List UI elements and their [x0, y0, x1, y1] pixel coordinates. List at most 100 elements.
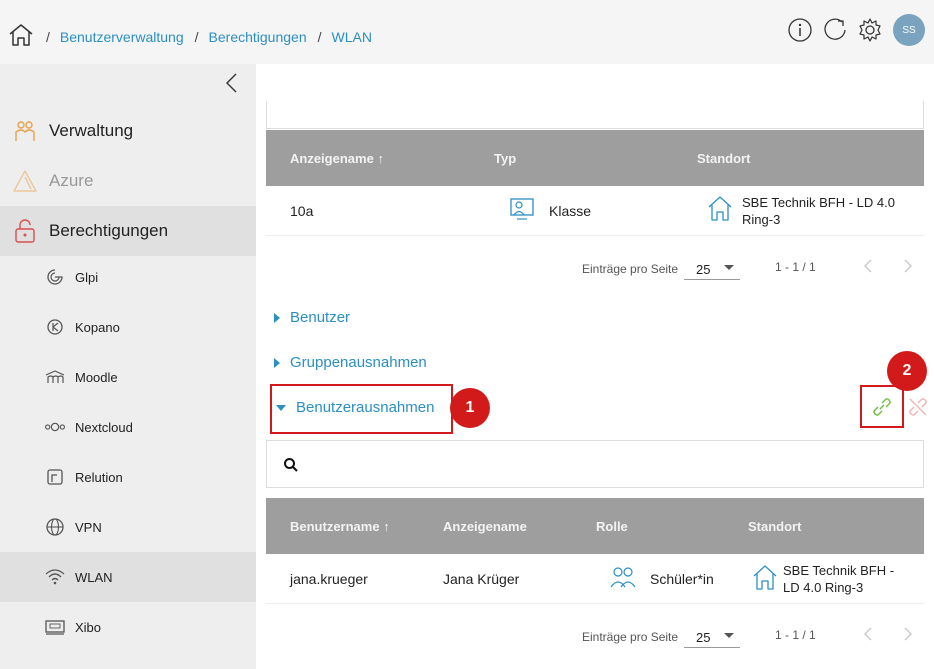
col-header-label: Anzeigename	[290, 151, 374, 166]
globe-icon	[44, 516, 66, 538]
breadcrumb: / Benutzerverwaltung / Berechtigungen / …	[46, 29, 383, 45]
xibo-icon	[44, 616, 66, 638]
chevron-left-icon[interactable]	[862, 258, 874, 274]
cell-location: SBE Technik BFH - LD 4.0 Ring-3	[783, 562, 894, 596]
breadcrumb-separator: /	[46, 29, 50, 45]
unlink-icon[interactable]	[905, 394, 931, 420]
sidebar-item-azure[interactable]: Azure	[0, 156, 256, 206]
chevron-right-icon[interactable]	[902, 626, 914, 642]
sidebar-item-label: Berechtigungen	[49, 221, 169, 240]
nextcloud-icon	[44, 416, 66, 438]
col-header-typ[interactable]: Typ	[494, 151, 516, 166]
section-gruppenausnahmen[interactable]: Gruppenausnahmen	[274, 354, 427, 371]
gear-icon[interactable]	[857, 17, 883, 43]
sidebar-item-label: Kopano	[75, 319, 120, 335]
page-size-label: Einträge pro Seite	[582, 630, 679, 644]
sidebar-item-label: Nextcloud	[75, 419, 133, 435]
cell-display-name: Jana Krüger	[443, 571, 520, 587]
sidebar-item-berechtigungen[interactable]: Berechtigungen	[0, 206, 256, 256]
sidebar-item-glpi[interactable]: Glpi	[0, 252, 256, 302]
breadcrumb-berechtigungen[interactable]: Berechtigungen	[209, 29, 307, 45]
page-range: 1 - 1 / 1	[775, 628, 816, 642]
cell-location-line-1: SBE Technik BFH - LD 4.0	[742, 195, 895, 210]
students-icon	[610, 567, 636, 588]
col-header-rolle[interactable]: Rolle	[596, 519, 628, 534]
page-range: 1 - 1 / 1	[775, 260, 816, 274]
chevron-left-icon[interactable]	[222, 72, 242, 94]
search-input[interactable]	[311, 451, 911, 479]
section-label: Benutzer	[290, 309, 351, 326]
breadcrumb-benutzerverwaltung[interactable]: Benutzerverwaltung	[60, 29, 184, 45]
home-icon[interactable]	[8, 22, 34, 48]
sidebar: Verwaltung Azure Berechtigungen Glpi Kop…	[0, 64, 256, 669]
cell-role: Schüler*in	[650, 571, 714, 587]
sidebar-item-relution[interactable]: Relution	[0, 452, 256, 502]
sidebar-item-xibo[interactable]: Xibo	[0, 602, 256, 652]
search-icon	[284, 458, 298, 472]
admin-users-icon	[12, 118, 38, 144]
page-size-select[interactable]: 25	[684, 254, 740, 280]
cell-location-line-1: SBE Technik BFH -	[783, 563, 895, 578]
section-benutzer[interactable]: Benutzer	[274, 309, 350, 326]
refresh-icon[interactable]	[822, 17, 848, 43]
table-row[interactable]: 10a Klasse SBE Technik BFH - LD 4.0 Ring-…	[266, 186, 924, 236]
kopano-icon	[44, 316, 66, 338]
sidebar-item-vpn[interactable]: VPN	[0, 502, 256, 552]
wifi-icon	[44, 566, 66, 588]
page-size-value: 25	[696, 630, 711, 645]
cell-location-line-2: LD 4.0 Ring-3	[783, 580, 864, 595]
sidebar-item-label: Xibo	[75, 619, 102, 635]
info-icon[interactable]	[787, 17, 813, 43]
sidebar-item-label: Azure	[49, 171, 94, 190]
col-header-label: Benutzername	[290, 519, 380, 534]
page-size-select[interactable]: 25	[684, 622, 740, 648]
breadcrumb-separator: /	[194, 29, 199, 45]
chevron-left-icon[interactable]	[862, 626, 874, 642]
relution-icon	[44, 466, 66, 488]
sidebar-item-kopano[interactable]: Kopano	[0, 302, 256, 352]
sidebar-item-label: Verwaltung	[49, 121, 134, 140]
sidebar-item-wlan[interactable]: WLAN	[0, 552, 256, 602]
class-icon	[510, 198, 534, 220]
col-header-anzeigename[interactable]: Anzeigename ↑	[290, 151, 384, 166]
page-size-label: Einträge pro Seite	[582, 262, 679, 276]
sidebar-item-label: Glpi	[75, 269, 99, 285]
main-content: Anzeigename ↑ Typ Standort 10a Klasse SB…	[256, 64, 934, 669]
sidebar-item-nextcloud[interactable]: Nextcloud	[0, 402, 256, 452]
glpi-icon	[44, 266, 66, 288]
sidebar-item-label: Relution	[75, 469, 123, 485]
col-header-anzeigename[interactable]: Anzeigename	[443, 519, 527, 534]
sidebar-item-moodle[interactable]: Moodle	[0, 352, 256, 402]
sort-arrow-icon: ↑	[383, 519, 390, 534]
section-label: Gruppenausnahmen	[290, 354, 427, 371]
sidebar-item-label: VPN	[75, 519, 102, 535]
cell-location-line-2: Ring-3	[742, 212, 781, 227]
chevron-down-icon	[724, 265, 734, 270]
caret-right-icon	[274, 357, 280, 368]
col-header-benutzername[interactable]: Benutzername ↑	[290, 519, 390, 534]
table-row[interactable]: jana.krueger Jana Krüger Schüler*in SBE …	[266, 554, 924, 604]
lock-icon	[12, 218, 38, 244]
azure-icon	[12, 168, 38, 194]
highlight-box-1	[270, 384, 453, 434]
top-bar: / Benutzerverwaltung / Berechtigungen / …	[0, 0, 934, 64]
search-bar	[266, 440, 924, 488]
breadcrumb-wlan[interactable]: WLAN	[332, 29, 372, 45]
caret-right-icon	[274, 312, 280, 323]
col-header-standort[interactable]: Standort	[748, 519, 801, 534]
link-icon[interactable]	[869, 394, 895, 420]
cell-location: SBE Technik BFH - LD 4.0 Ring-3	[742, 194, 895, 228]
groups-pagination: Einträge pro Seite 25 1 - 1 / 1	[266, 254, 924, 284]
groups-table-header: Anzeigename ↑ Typ Standort	[266, 130, 924, 186]
col-header-standort[interactable]: Standort	[697, 151, 750, 166]
cell-name: 10a	[290, 203, 314, 219]
sidebar-item-label: Moodle	[75, 369, 118, 385]
sidebar-item-verwaltung[interactable]: Verwaltung	[0, 106, 256, 156]
page-size-value: 25	[696, 262, 711, 277]
chevron-right-icon[interactable]	[902, 258, 914, 274]
sidebar-item-label: WLAN	[75, 569, 113, 585]
avatar[interactable]: SS	[893, 14, 925, 46]
callout-badge-1: 1	[450, 388, 490, 428]
breadcrumb-separator: /	[317, 29, 322, 45]
building-icon	[708, 196, 732, 221]
